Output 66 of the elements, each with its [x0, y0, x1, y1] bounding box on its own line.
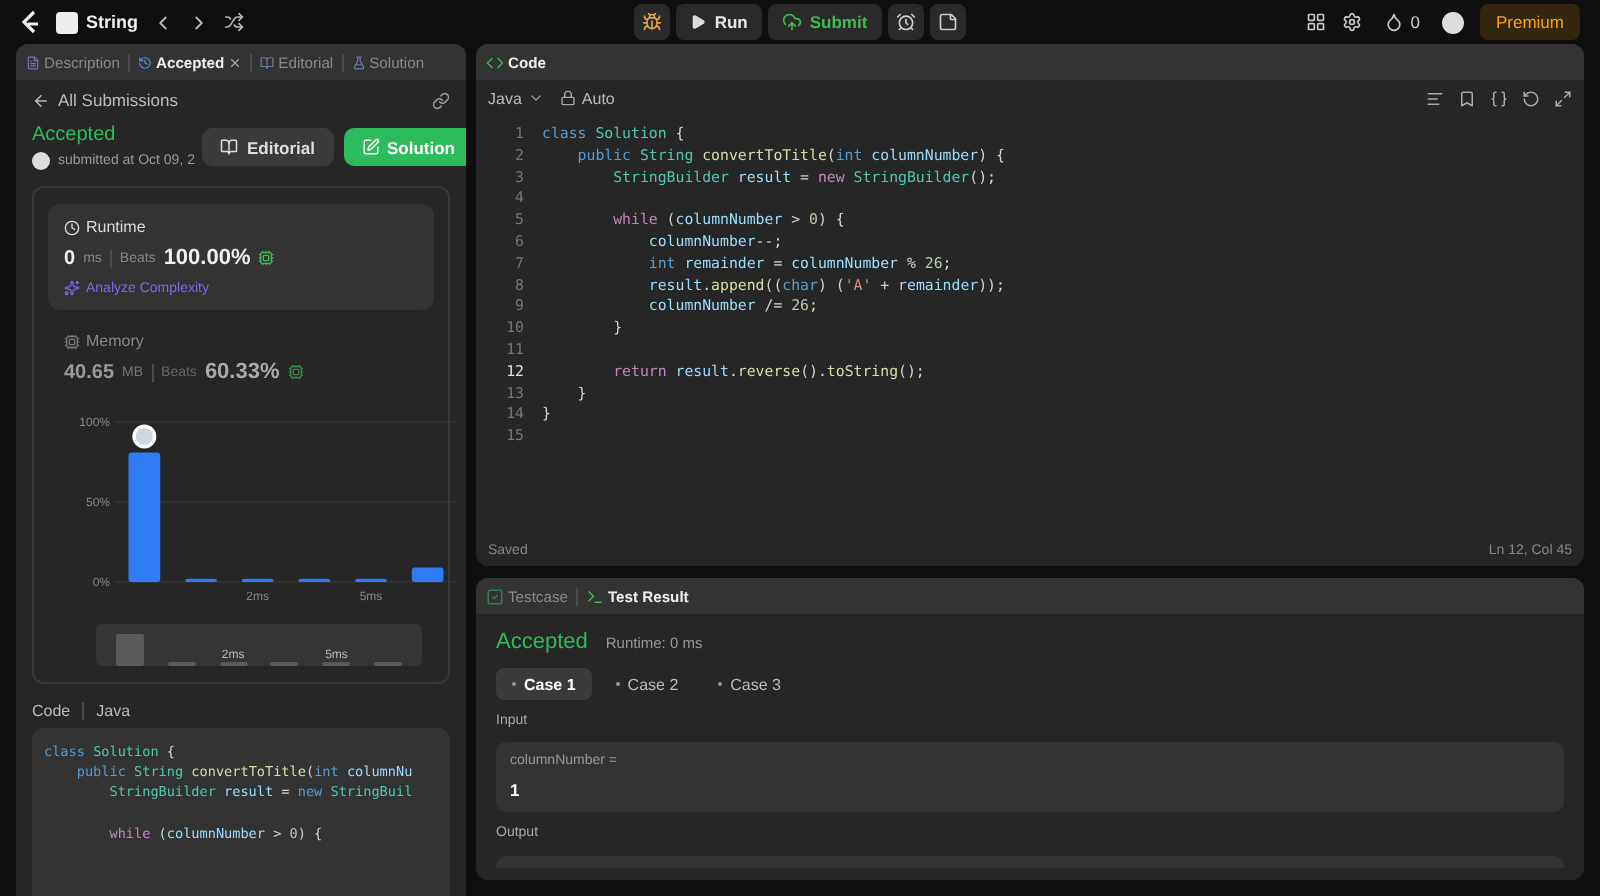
streak-button[interactable]: 0 [1378, 4, 1426, 40]
clock-icon [64, 219, 80, 235]
notes-button[interactable] [929, 4, 966, 40]
chevron-down-icon [527, 90, 544, 106]
avatar-marker-icon [132, 424, 157, 449]
sparkle-icon [64, 280, 80, 296]
tab-icon [260, 55, 275, 69]
case-tab[interactable]: Case 1 [496, 668, 592, 700]
play-icon [690, 14, 707, 30]
code-label: Code [32, 702, 71, 720]
alarm-clock-icon [895, 12, 916, 32]
all-submissions-link[interactable]: All Submissions [32, 90, 178, 110]
tab-icon [26, 55, 40, 69]
drop-icon [1384, 12, 1405, 32]
link-icon[interactable] [432, 91, 450, 109]
tab-icon [137, 55, 152, 69]
problem-list-icon[interactable] [56, 11, 78, 33]
pen-icon [361, 138, 379, 156]
terminal-icon [585, 587, 604, 605]
tab-icon [351, 55, 366, 69]
beats-value: 100.00% [163, 246, 251, 270]
user-avatar [32, 152, 50, 170]
bug-icon [642, 12, 663, 32]
chip-icon [64, 333, 80, 349]
run-button[interactable]: Run [676, 4, 762, 40]
braces-icon[interactable] [1490, 89, 1508, 107]
result-status: Accepted [496, 630, 588, 654]
arrow-left-icon [32, 91, 50, 109]
badge-icon [287, 364, 304, 380]
badge-icon [258, 250, 275, 266]
language-dropdown[interactable]: Java [488, 89, 544, 107]
code-icon [486, 53, 504, 71]
premium-button[interactable]: Premium [1479, 4, 1580, 40]
format-icon[interactable] [1426, 89, 1444, 107]
timer-button[interactable] [887, 4, 924, 40]
runtime-value: 0 [64, 247, 76, 269]
settings-icon[interactable] [1342, 12, 1363, 32]
close-icon [228, 55, 243, 69]
grid-icon[interactable] [1306, 12, 1327, 32]
auto-mode-label[interactable]: Auto [581, 89, 615, 107]
problem-list-title[interactable]: String [86, 12, 138, 32]
histogram-bar [411, 567, 444, 582]
debug-button[interactable] [634, 4, 671, 40]
logo-icon[interactable] [20, 9, 42, 35]
cloud-upload-icon [781, 12, 802, 32]
memory-value: 40.65 [64, 361, 115, 383]
submit-button[interactable]: Submit [767, 4, 882, 40]
expand-icon[interactable] [1554, 89, 1572, 107]
editorial-button[interactable]: Editorial [202, 128, 333, 166]
language-label: Java [96, 702, 131, 720]
note-icon [937, 12, 958, 32]
case-tab[interactable]: Case 3 [702, 668, 798, 700]
runtime-title: Runtime [86, 218, 146, 236]
user-avatar[interactable] [1441, 11, 1464, 33]
status-text: Accepted [32, 124, 118, 146]
checkbox-icon [486, 587, 504, 605]
variable-value: 1 [510, 780, 522, 800]
memory-title: Memory [86, 332, 144, 350]
reset-icon[interactable] [1522, 89, 1540, 107]
lock-icon [559, 90, 576, 106]
case-tab[interactable]: Case 2 [599, 668, 695, 700]
book-icon [220, 138, 239, 156]
bookmark-icon[interactable] [1458, 89, 1476, 107]
shuffle-icon[interactable] [224, 12, 244, 32]
beats-value: 60.33% [204, 360, 280, 384]
histogram-bar [128, 452, 161, 582]
